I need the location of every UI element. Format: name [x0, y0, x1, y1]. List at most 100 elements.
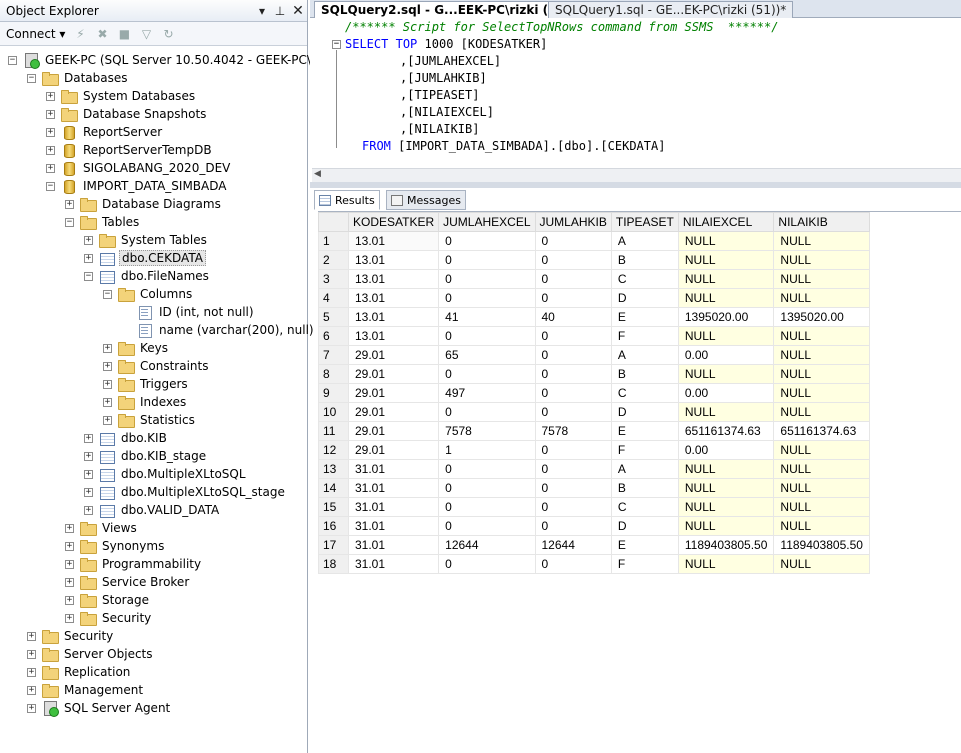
- collapse-icon[interactable]: −: [84, 271, 93, 281]
- cell-jumlahexcel[interactable]: 7578: [438, 421, 536, 441]
- row-number[interactable]: 3: [318, 269, 349, 289]
- expand-icon[interactable]: +: [27, 667, 36, 677]
- table-row[interactable]: 4 13.01 0 0 D NULL NULL: [318, 288, 870, 308]
- row-number[interactable]: 15: [318, 497, 349, 517]
- connect-button[interactable]: Connect ▾: [6, 27, 65, 41]
- cell-nilaiexcel[interactable]: NULL: [677, 478, 775, 498]
- table-row[interactable]: 8 29.01 0 0 B NULL NULL: [318, 364, 870, 384]
- cell-kodesatker[interactable]: 13.01: [347, 288, 440, 308]
- tree-node-dbo-filenames[interactable]: − dbo.FileNames: [84, 267, 211, 285]
- cell-jumlahkib[interactable]: 0: [534, 516, 612, 536]
- results-grid[interactable]: KODESATKER JUMLAHEXCEL JUMLAHKIB TIPEASET NI…: [318, 211, 961, 753]
- tree-node-views[interactable]: + Views: [65, 519, 139, 537]
- cell-nilaiexcel[interactable]: 0.00: [677, 345, 775, 365]
- cell-nilaikib[interactable]: NULL: [773, 364, 870, 384]
- tree-node-database-snapshots[interactable]: + Database Snapshots: [46, 105, 208, 123]
- cell-nilaikib[interactable]: NULL: [773, 554, 870, 574]
- expand-icon[interactable]: +: [84, 235, 93, 245]
- tree-node-management[interactable]: + Management: [27, 681, 145, 699]
- cell-jumlahkib[interactable]: 0: [534, 554, 612, 574]
- row-number[interactable]: 7: [318, 345, 349, 365]
- expand-icon[interactable]: +: [65, 559, 74, 569]
- row-number[interactable]: 12: [318, 440, 349, 460]
- cell-nilaikib[interactable]: NULL: [773, 516, 870, 536]
- cell-jumlahexcel[interactable]: 1: [438, 440, 536, 460]
- cell-jumlahexcel[interactable]: 12644: [438, 535, 536, 555]
- tree-node-database-diagrams[interactable]: + Database Diagrams: [65, 195, 223, 213]
- tree-node-security[interactable]: + Security: [27, 627, 115, 645]
- cell-nilaiexcel[interactable]: NULL: [677, 250, 775, 270]
- expand-icon[interactable]: +: [65, 199, 74, 209]
- tree-node-columns[interactable]: − Columns: [103, 285, 194, 303]
- cell-nilaikib[interactable]: 651161374.63: [773, 421, 870, 441]
- cell-tipeaset[interactable]: B: [610, 250, 679, 270]
- cell-jumlahexcel[interactable]: 0: [438, 326, 536, 346]
- table-row[interactable]: 3 13.01 0 0 C NULL NULL: [318, 269, 870, 289]
- row-number[interactable]: 10: [318, 402, 349, 422]
- table-row[interactable]: 1 13.01 0 0 A NULL NULL: [318, 231, 870, 251]
- column-header-jumlahexcel[interactable]: JUMLAHEXCEL: [438, 212, 536, 232]
- expand-icon[interactable]: +: [65, 595, 74, 605]
- cell-tipeaset[interactable]: B: [610, 364, 679, 384]
- cell-tipeaset[interactable]: E: [610, 307, 679, 327]
- tree-node-id-int-not-null[interactable]: ID (int, not null): [122, 303, 256, 321]
- row-number[interactable]: 4: [318, 288, 349, 308]
- cell-nilaiexcel[interactable]: NULL: [677, 497, 775, 517]
- table-row[interactable]: 9 29.01 497 0 C 0.00 NULL: [318, 383, 870, 403]
- cell-nilaikib[interactable]: NULL: [773, 345, 870, 365]
- column-header-tipeaset[interactable]: TIPEASET: [610, 212, 679, 232]
- cell-nilaiexcel[interactable]: 0.00: [677, 383, 775, 403]
- table-row[interactable]: 15 31.01 0 0 C NULL NULL: [318, 497, 870, 517]
- cell-jumlahexcel[interactable]: 0: [438, 269, 536, 289]
- expand-icon[interactable]: +: [84, 253, 93, 263]
- row-number[interactable]: 5: [318, 307, 349, 327]
- expand-icon[interactable]: +: [84, 451, 93, 461]
- cell-nilaikib[interactable]: NULL: [773, 269, 870, 289]
- cell-tipeaset[interactable]: A: [610, 345, 679, 365]
- connect-icon[interactable]: ⚡: [73, 27, 87, 41]
- row-number[interactable]: 6: [318, 326, 349, 346]
- row-number[interactable]: 14: [318, 478, 349, 498]
- cell-nilaikib[interactable]: NULL: [773, 326, 870, 346]
- collapse-icon[interactable]: −: [8, 55, 17, 65]
- cell-jumlahexcel[interactable]: 0: [438, 554, 536, 574]
- cell-kodesatker[interactable]: 13.01: [347, 269, 440, 289]
- cell-kodesatker[interactable]: 29.01: [347, 440, 440, 460]
- cell-tipeaset[interactable]: D: [610, 402, 679, 422]
- cell-nilaikib[interactable]: 1395020.00: [773, 307, 870, 327]
- tree-node-statistics[interactable]: + Statistics: [103, 411, 197, 429]
- tree-node-programmability[interactable]: + Programmability: [65, 555, 203, 573]
- expand-icon[interactable]: +: [103, 379, 112, 389]
- column-header-kodesatker[interactable]: KODESATKER: [347, 212, 440, 232]
- cell-jumlahexcel[interactable]: 0: [438, 288, 536, 308]
- row-number[interactable]: 8: [318, 364, 349, 384]
- tree-node-system-tables[interactable]: + System Tables: [84, 231, 209, 249]
- row-number[interactable]: 2: [318, 250, 349, 270]
- cell-jumlahkib[interactable]: 0: [534, 497, 612, 517]
- expand-icon[interactable]: +: [65, 613, 74, 623]
- cell-tipeaset[interactable]: E: [610, 535, 679, 555]
- cell-tipeaset[interactable]: F: [610, 326, 679, 346]
- cell-kodesatker[interactable]: 31.01: [347, 478, 440, 498]
- expand-icon[interactable]: +: [65, 523, 74, 533]
- cell-jumlahkib[interactable]: 7578: [534, 421, 612, 441]
- tree-node-dbo-kib-stage[interactable]: + dbo.KIB_stage: [84, 447, 208, 465]
- cell-kodesatker[interactable]: 29.01: [347, 421, 440, 441]
- column-header-nilaikib[interactable]: NILAIKIB: [773, 212, 870, 232]
- expand-icon[interactable]: +: [46, 91, 55, 101]
- cell-nilaiexcel[interactable]: NULL: [677, 231, 775, 251]
- tree-node-triggers[interactable]: + Triggers: [103, 375, 190, 393]
- cell-nilaiexcel[interactable]: NULL: [677, 364, 775, 384]
- tree-node-sql-server-agent[interactable]: + SQL Server Agent: [27, 699, 172, 717]
- expand-icon[interactable]: +: [65, 577, 74, 587]
- tree-node-tables[interactable]: − Tables: [65, 213, 141, 231]
- cell-kodesatker[interactable]: 13.01: [347, 326, 440, 346]
- row-number[interactable]: 17: [318, 535, 349, 555]
- tree-node-reportservertempdb[interactable]: + ReportServerTempDB: [46, 141, 214, 159]
- tree-node-server-objects[interactable]: + Server Objects: [27, 645, 155, 663]
- row-number[interactable]: 16: [318, 516, 349, 536]
- cell-kodesatker[interactable]: 29.01: [347, 402, 440, 422]
- cell-nilaiexcel[interactable]: 1189403805.50: [677, 535, 775, 555]
- cell-nilaikib[interactable]: NULL: [773, 440, 870, 460]
- expand-icon[interactable]: +: [103, 397, 112, 407]
